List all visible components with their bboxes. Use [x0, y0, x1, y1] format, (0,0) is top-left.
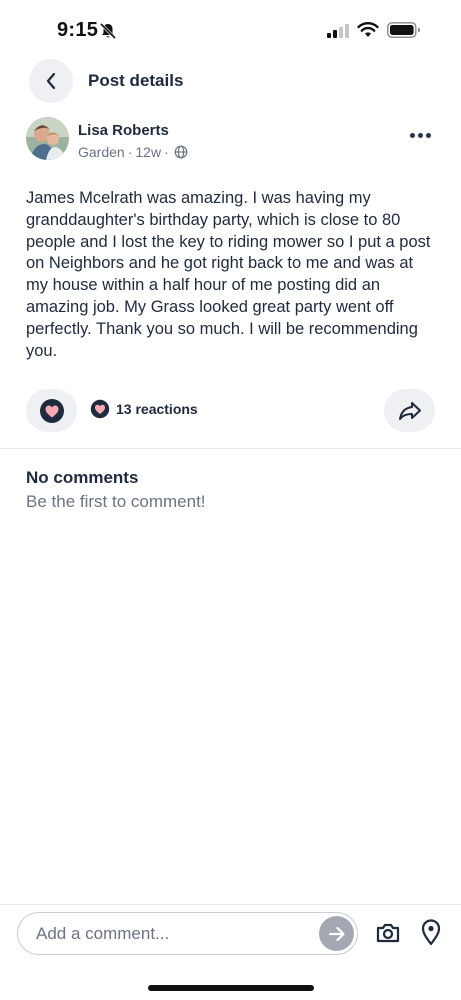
- reactions-summary[interactable]: 13 reactions: [90, 399, 198, 419]
- chevron-left-icon: [46, 72, 56, 90]
- heart-icon: [39, 398, 64, 423]
- signal-icon: [327, 24, 349, 38]
- status-bar: 9:15: [0, 0, 461, 60]
- share-icon: [398, 401, 421, 420]
- post-body: James Mcelrath was amazing. I was having…: [26, 189, 431, 360]
- bell-off-icon: [99, 22, 117, 40]
- post-meta: Garden · 12w ·: [78, 144, 188, 160]
- post-category[interactable]: Garden: [78, 144, 125, 160]
- comment-input[interactable]: [36, 923, 306, 944]
- heart-icon: [90, 399, 110, 419]
- home-indicator: [148, 985, 314, 991]
- avatar-photo: [26, 117, 69, 160]
- more-options-button[interactable]: [404, 122, 436, 148]
- globe-icon: [174, 145, 188, 159]
- more-icon: [409, 132, 415, 138]
- no-comments-title: No comments: [26, 468, 139, 487]
- meta-separator: ·: [127, 144, 133, 160]
- post-age: 12w: [135, 144, 162, 160]
- composer-divider: [0, 904, 461, 905]
- battery-icon: [387, 22, 420, 38]
- page-title: Post details: [88, 71, 184, 90]
- wifi-icon: [357, 22, 379, 37]
- divider: [0, 448, 461, 449]
- send-button[interactable]: [319, 916, 354, 951]
- location-pin-icon[interactable]: [420, 918, 442, 946]
- reactions-count: 13 reactions: [116, 401, 198, 417]
- camera-icon[interactable]: [375, 920, 401, 946]
- share-button[interactable]: [384, 389, 435, 432]
- arrow-right-icon: [328, 926, 345, 941]
- status-time: 9:15: [57, 19, 99, 41]
- meta-separator: ·: [164, 144, 169, 160]
- comment-box[interactable]: [17, 912, 358, 955]
- author-name[interactable]: Lisa Roberts: [78, 122, 169, 139]
- react-button[interactable]: [26, 389, 77, 432]
- back-button[interactable]: [29, 59, 73, 103]
- no-comments-subtitle: Be the first to comment!: [26, 492, 206, 511]
- avatar[interactable]: [26, 117, 69, 160]
